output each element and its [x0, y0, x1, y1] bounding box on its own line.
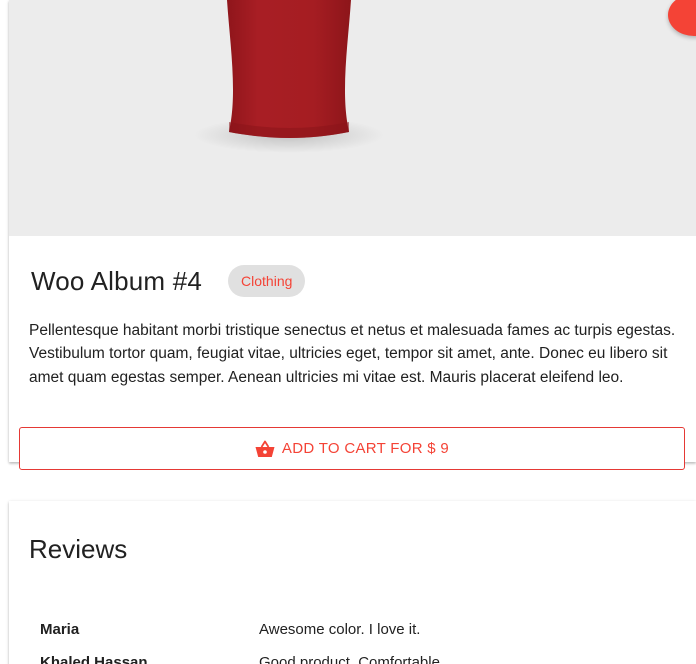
review-comment: Good product. Comfortable. [259, 654, 445, 664]
add-to-cart-label: ADD TO CART FOR $ 9 [281, 440, 450, 457]
category-chip[interactable]: Clothing [228, 265, 306, 297]
reviews-card: Reviews Maria Awesome color. I love it. … [9, 501, 696, 664]
t-shirt-image [194, 0, 384, 153]
review-comment: Awesome color. I love it. [259, 621, 421, 638]
reviewer-name: Khaled Hassan [40, 654, 148, 664]
reviewer-name: Maria [40, 621, 80, 638]
add-to-cart-button[interactable]: ADD TO CART FOR $ 9 [19, 427, 685, 470]
product-title: Woo Album #4 [31, 265, 203, 296]
product-card: Woo Album #4 Clothing Pellentesque habit… [9, 0, 696, 462]
product-description: Pellentesque habitant morbi tristique se… [29, 322, 676, 386]
product-image [9, 0, 696, 236]
reviews-title: Reviews [29, 534, 128, 564]
shopping-basket-icon [255, 440, 275, 458]
title-row: Woo Album #4 Clothing [31, 265, 306, 297]
